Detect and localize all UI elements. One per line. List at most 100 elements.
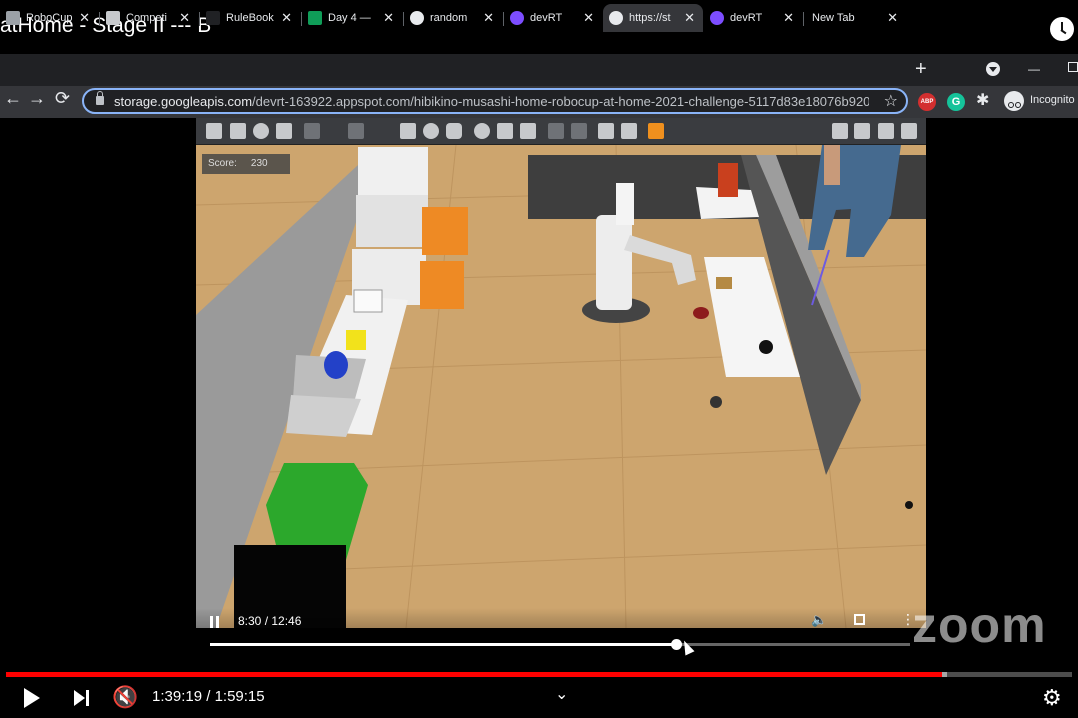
cylinder-shape-icon[interactable] xyxy=(446,123,462,139)
embedded-progress-fill xyxy=(210,643,676,646)
tab-robocup[interactable]: RoboCup ✕ xyxy=(0,4,98,32)
tab-label: RoboCup xyxy=(26,12,73,24)
extensions-puzzle-icon[interactable]: ✱ xyxy=(976,90,989,110)
minimize-window-button[interactable]: — xyxy=(1028,62,1040,76)
embedded-progress-bar[interactable] xyxy=(210,639,910,650)
robot-body xyxy=(596,215,632,310)
select-tool-icon[interactable] xyxy=(206,123,222,139)
tab-label: Competi xyxy=(126,12,167,24)
tab-favicon-icon xyxy=(106,11,120,25)
tab-favicon-icon xyxy=(6,11,20,25)
devrt-favicon-icon xyxy=(510,11,524,25)
scale-tool-icon[interactable] xyxy=(276,123,292,139)
tab-random-search[interactable]: random ✕ xyxy=(404,4,502,32)
tab-label: https://st xyxy=(629,12,671,24)
align-icon[interactable] xyxy=(598,123,614,139)
shelf-top xyxy=(358,147,428,195)
bookmark-star-icon[interactable]: ☆ xyxy=(884,91,898,111)
score-label: Score: xyxy=(208,158,237,169)
tab-competition[interactable]: Competi ✕ xyxy=(100,4,198,32)
red-item-floor xyxy=(693,307,709,319)
simulator-viewport[interactable]: Score: 230 xyxy=(196,118,926,628)
reload-icon[interactable]: ⟳ xyxy=(55,88,70,109)
close-icon[interactable]: ✕ xyxy=(887,10,898,26)
simulation-scene[interactable] xyxy=(196,145,926,628)
settings-gear-icon[interactable]: ⚙ xyxy=(1042,685,1062,711)
next-icon[interactable] xyxy=(74,690,89,706)
pause-icon[interactable] xyxy=(210,616,220,628)
video-duration: 1:59:15 xyxy=(214,688,265,705)
cardboard-item xyxy=(716,277,732,289)
tab-label: devRT xyxy=(530,12,563,24)
sphere-shape-icon[interactable] xyxy=(423,123,439,139)
blue-can xyxy=(324,351,348,379)
url-path: /devrt-163922.appspot.com/hibikino-musas… xyxy=(252,94,869,109)
tab-label: RuleBook xyxy=(226,12,274,24)
box-shape-icon[interactable] xyxy=(400,123,416,139)
close-icon[interactable]: ✕ xyxy=(79,10,90,26)
score-panel: Score: 230 xyxy=(202,154,290,174)
grammarly-extension-icon[interactable]: G xyxy=(947,93,965,111)
close-icon[interactable]: ✕ xyxy=(783,10,794,26)
point-light-icon[interactable] xyxy=(474,123,490,139)
black-object xyxy=(759,340,773,354)
tab-new-tab[interactable]: New Tab ✕ xyxy=(806,4,906,32)
close-icon[interactable]: ✕ xyxy=(483,10,494,26)
video-progress-bar[interactable] xyxy=(6,672,1072,677)
paste-icon[interactable] xyxy=(571,123,587,139)
rotate-tool-icon[interactable] xyxy=(253,123,269,139)
score-value: 230 xyxy=(250,158,268,169)
volume-icon[interactable]: 🔈 xyxy=(811,612,827,628)
snap-magnet-icon[interactable] xyxy=(621,123,637,139)
embedded-time: 8:30 / 12:46 xyxy=(238,614,302,628)
spot-light-icon[interactable] xyxy=(497,123,513,139)
new-tab-button[interactable]: + xyxy=(915,58,927,81)
tab-label: random xyxy=(430,12,468,24)
tab-search-icon[interactable] xyxy=(986,62,1000,76)
video-record-icon[interactable] xyxy=(901,123,917,139)
sheets-favicon-icon xyxy=(308,11,322,25)
maximize-window-button[interactable] xyxy=(1068,62,1078,72)
close-icon[interactable]: ✕ xyxy=(684,10,695,26)
video-played-fill xyxy=(6,672,942,677)
video-current-time: 1:39:19 xyxy=(152,688,203,705)
play-icon[interactable] xyxy=(24,688,40,708)
view-angle-icon[interactable] xyxy=(648,123,664,139)
lock-icon[interactable] xyxy=(96,91,104,105)
directional-light-icon[interactable] xyxy=(520,123,536,139)
back-arrow-icon[interactable]: ← xyxy=(4,88,22,109)
screenshot-camera-icon[interactable] xyxy=(832,123,848,139)
undo-icon[interactable] xyxy=(304,123,320,139)
tab-label: New Tab xyxy=(812,12,855,24)
mute-icon[interactable]: 🔇 xyxy=(112,686,138,710)
embedded-video-controls: 8:30 / 12:46 🔈 ⋮ xyxy=(196,608,926,660)
devrt-favicon-icon xyxy=(710,11,724,25)
incognito-label: Incognito xyxy=(1030,94,1075,106)
address-bar[interactable]: storage.googleapis.com/devrt-163922.apps… xyxy=(82,88,908,114)
copy-icon[interactable] xyxy=(548,123,564,139)
close-icon[interactable]: ✕ xyxy=(383,10,394,26)
tab-favicon-icon xyxy=(206,11,220,25)
incognito-icon[interactable] xyxy=(1004,91,1024,111)
close-icon[interactable]: ✕ xyxy=(583,10,594,26)
url-host: storage.googleapis.com xyxy=(114,94,253,109)
url-text[interactable]: storage.googleapis.com/devrt-163922.apps… xyxy=(114,94,869,109)
move-tool-icon[interactable] xyxy=(230,123,246,139)
yellow-cube xyxy=(346,330,366,350)
tab-devrt-2[interactable]: devRT ✕ xyxy=(704,4,802,32)
chevron-down-icon[interactable]: ⌄ xyxy=(555,684,568,704)
tab-rulebook[interactable]: RuleBook ✕ xyxy=(200,4,300,32)
watch-later-clock-icon[interactable] xyxy=(1050,17,1074,41)
plot-icon[interactable] xyxy=(878,123,894,139)
forward-arrow-icon[interactable]: → xyxy=(28,88,46,109)
redo-icon[interactable] xyxy=(348,123,364,139)
tab-day4-sheet[interactable]: Day 4 — ✕ xyxy=(302,4,402,32)
close-icon[interactable]: ✕ xyxy=(281,10,292,26)
fullscreen-icon[interactable] xyxy=(854,614,865,625)
zoom-watermark: zoom xyxy=(912,597,1047,653)
tab-active-storage[interactable]: https://st ✕ xyxy=(603,4,703,32)
tab-devrt-1[interactable]: devRT ✕ xyxy=(504,4,602,32)
adblock-extension-icon[interactable]: ABP xyxy=(918,93,936,111)
log-icon[interactable] xyxy=(854,123,870,139)
close-icon[interactable]: ✕ xyxy=(179,10,190,26)
